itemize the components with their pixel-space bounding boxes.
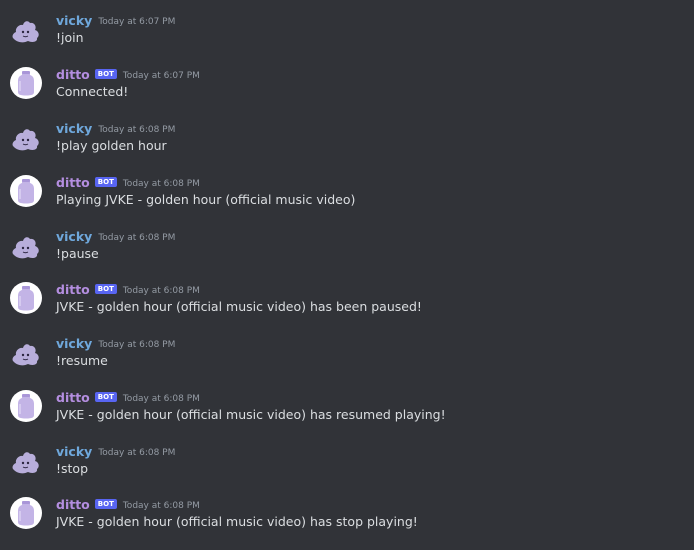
- message-content: !resume: [56, 353, 108, 368]
- ditto-blob-avatar-icon: [12, 452, 39, 474]
- chat-message: ditto BOT Today at 6:08 PM JVKE - golden…: [0, 390, 694, 444]
- author-name[interactable]: vicky: [56, 444, 92, 460]
- message-header: vicky Today at 6:08 PM: [56, 121, 175, 137]
- author-name[interactable]: ditto: [56, 390, 90, 406]
- ditto-blob-avatar-icon: [12, 237, 39, 259]
- author-name[interactable]: ditto: [56, 67, 90, 83]
- author-name[interactable]: ditto: [56, 282, 90, 298]
- chat-message: ditto BOT Today at 6:07 PM Connected!: [0, 67, 694, 121]
- message-content: !join: [56, 30, 84, 45]
- author-name[interactable]: vicky: [56, 121, 92, 137]
- bot-avatar[interactable]: [10, 390, 42, 422]
- ditto-bottle-avatar-icon: [10, 67, 42, 99]
- user-avatar[interactable]: [10, 13, 42, 45]
- author-name[interactable]: vicky: [56, 336, 92, 352]
- timestamp: Today at 6:07 PM: [98, 17, 176, 27]
- message-content: Connected!: [56, 84, 129, 99]
- message-header: vicky Today at 6:08 PM: [56, 336, 175, 352]
- ditto-bottle-avatar-icon: [10, 390, 42, 422]
- ditto-blob-avatar-icon: [12, 344, 39, 366]
- chat-message: ditto BOT Today at 6:08 PM Playing JVKE …: [0, 175, 694, 229]
- author-name[interactable]: ditto: [56, 497, 90, 513]
- chat-message: ditto BOT Today at 6:08 PM JVKE - golden…: [0, 282, 694, 336]
- message-content: !stop: [56, 461, 89, 476]
- timestamp: Today at 6:08 PM: [122, 501, 200, 511]
- message-header: vicky Today at 6:08 PM: [56, 229, 175, 245]
- ditto-bottle-avatar-icon: [10, 175, 42, 207]
- message-content: !pause: [56, 246, 99, 261]
- timestamp: Today at 6:08 PM: [98, 125, 176, 135]
- bot-avatar[interactable]: [10, 67, 42, 99]
- author-name[interactable]: ditto: [56, 175, 90, 191]
- timestamp: Today at 6:08 PM: [98, 340, 176, 350]
- user-avatar[interactable]: [10, 444, 42, 476]
- chat-message: vicky Today at 6:08 PM !resume: [0, 336, 694, 390]
- bot-avatar[interactable]: [10, 175, 42, 207]
- chat-message: ditto BOT Today at 6:08 PM JVKE - golden…: [0, 497, 694, 550]
- chat-message: vicky Today at 6:08 PM !stop: [0, 444, 694, 498]
- user-avatar[interactable]: [10, 336, 42, 368]
- message-header: vicky Today at 6:07 PM: [56, 13, 175, 29]
- message-content: JVKE - golden hour (official music video…: [56, 407, 446, 422]
- timestamp: Today at 6:08 PM: [98, 233, 176, 243]
- timestamp: Today at 6:08 PM: [122, 286, 200, 296]
- chat-message: vicky Today at 6:08 PM !play golden hour: [0, 121, 694, 175]
- user-avatar[interactable]: [10, 121, 42, 153]
- timestamp: Today at 6:08 PM: [122, 179, 200, 189]
- ditto-blob-avatar-icon: [12, 21, 39, 43]
- ditto-blob-avatar-icon: [12, 129, 39, 151]
- bot-badge: BOT: [94, 284, 117, 294]
- message-header: ditto BOT Today at 6:08 PM: [56, 390, 200, 406]
- message-header: vicky Today at 6:08 PM: [56, 444, 175, 460]
- ditto-bottle-avatar-icon: [10, 282, 42, 314]
- message-header: ditto BOT Today at 6:08 PM: [56, 282, 200, 298]
- bot-badge: BOT: [94, 499, 117, 509]
- chat-message: vicky Today at 6:07 PM !join: [0, 13, 694, 67]
- bot-badge: BOT: [94, 392, 117, 402]
- message-header: ditto BOT Today at 6:08 PM: [56, 175, 200, 191]
- message-content: JVKE - golden hour (official music video…: [56, 514, 418, 529]
- message-header: ditto BOT Today at 6:08 PM: [56, 497, 200, 513]
- message-content: !play golden hour: [56, 138, 167, 153]
- message-content: JVKE - golden hour (official music video…: [56, 299, 422, 314]
- bot-badge: BOT: [94, 177, 117, 187]
- chat-message: vicky Today at 6:08 PM !pause: [0, 229, 694, 283]
- author-name[interactable]: vicky: [56, 229, 92, 245]
- ditto-bottle-avatar-icon: [10, 497, 42, 529]
- bot-avatar[interactable]: [10, 497, 42, 529]
- timestamp: Today at 6:08 PM: [98, 448, 176, 458]
- message-header: ditto BOT Today at 6:07 PM: [56, 67, 200, 83]
- chat-message-list: vicky Today at 6:07 PM !join ditto BOT T…: [0, 0, 694, 550]
- bot-avatar[interactable]: [10, 282, 42, 314]
- message-content: Playing JVKE - golden hour (official mus…: [56, 192, 356, 207]
- timestamp: Today at 6:07 PM: [122, 71, 200, 81]
- user-avatar[interactable]: [10, 229, 42, 261]
- timestamp: Today at 6:08 PM: [122, 394, 200, 404]
- author-name[interactable]: vicky: [56, 13, 92, 29]
- bot-badge: BOT: [94, 69, 117, 79]
